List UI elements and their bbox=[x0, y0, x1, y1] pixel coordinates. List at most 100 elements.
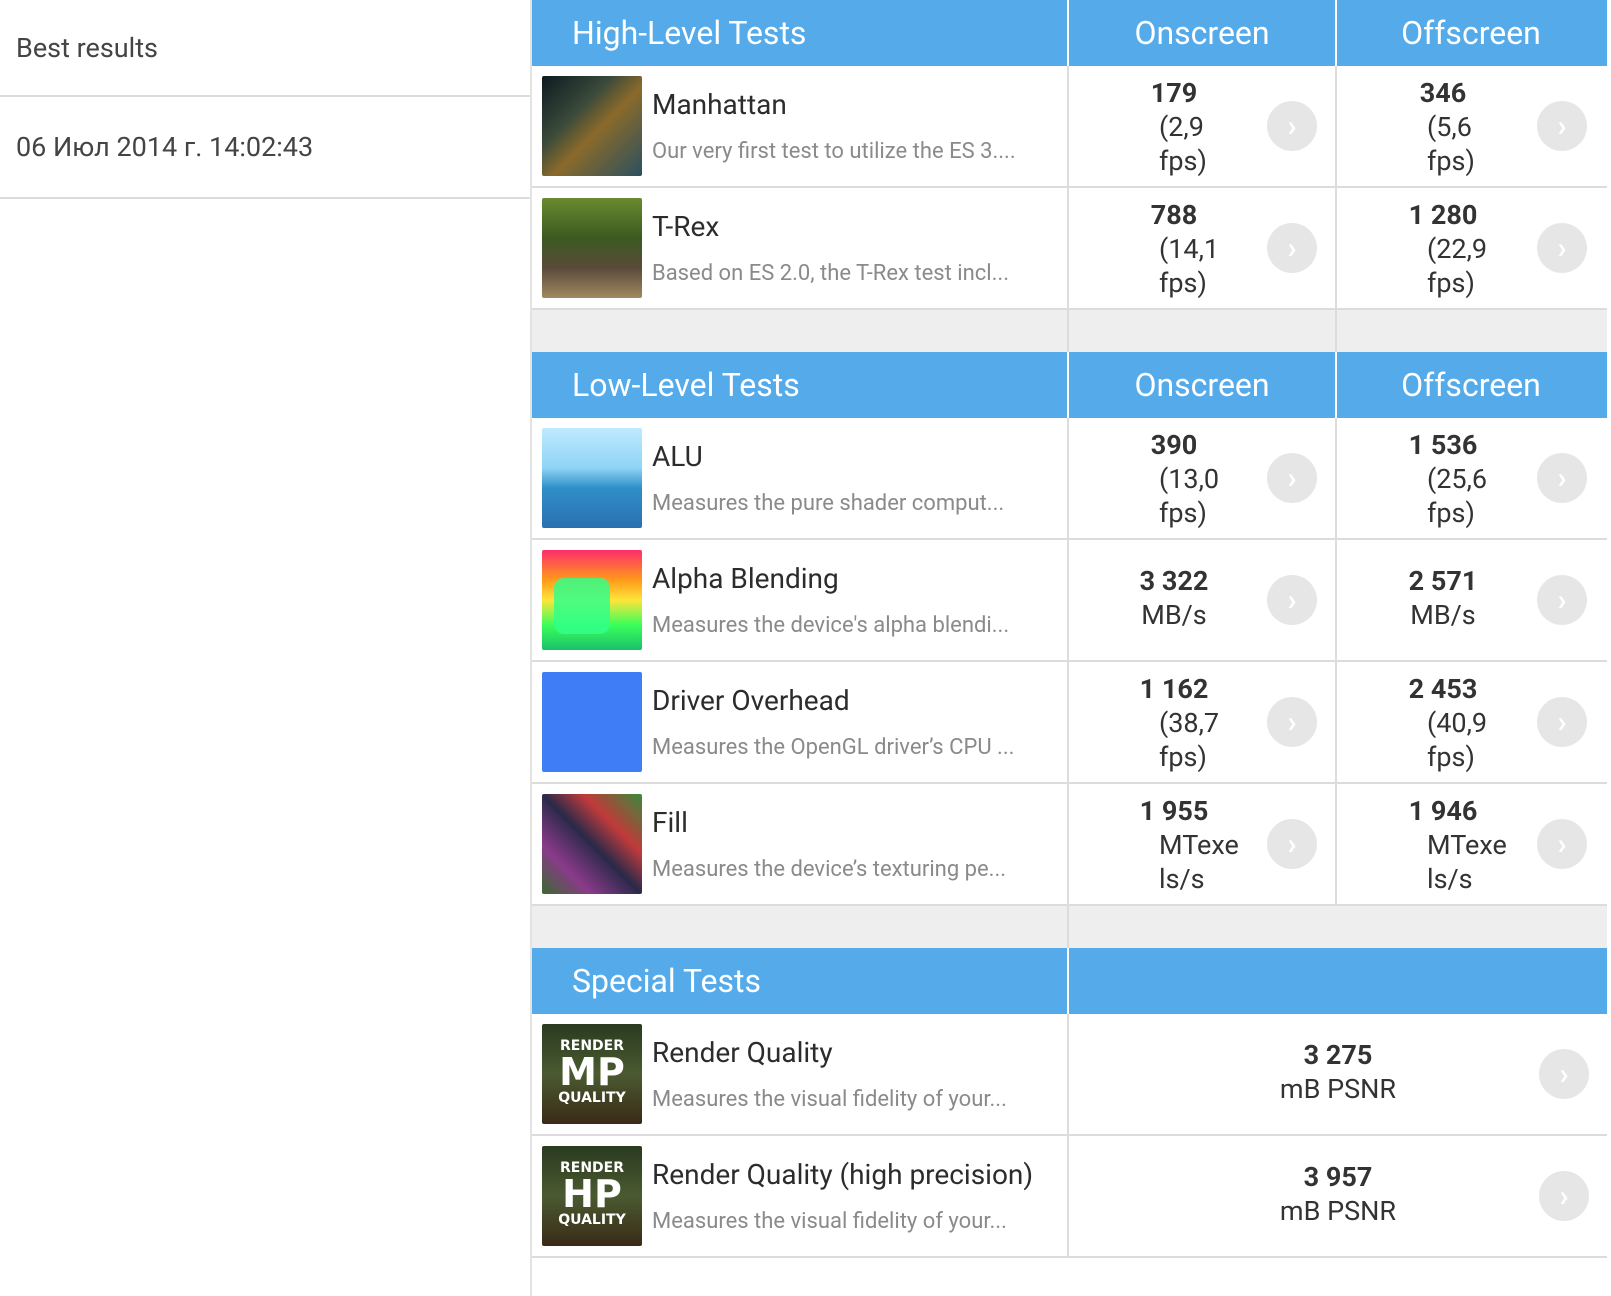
onscreen-cell[interactable]: 1 955 MTexe ls/s › bbox=[1069, 784, 1337, 904]
chevron-right-icon[interactable]: › bbox=[1267, 101, 1317, 151]
test-row-render-quality: RENDER MP QUALITY Render Quality Measure… bbox=[532, 1014, 1607, 1136]
score-unit-2: fps) bbox=[1427, 267, 1475, 299]
driver-overhead-thumbnail bbox=[542, 672, 642, 772]
offscreen-cell[interactable]: 346 (5,6 fps) › bbox=[1337, 66, 1605, 186]
result-date-item[interactable]: 06 Июл 2014 г. 14:02:43 bbox=[0, 97, 530, 199]
test-description: Measures the OpenGL driver’s CPU ... bbox=[652, 735, 1015, 760]
score: 390 bbox=[1150, 429, 1198, 461]
chevron-right-icon[interactable]: › bbox=[1267, 575, 1317, 625]
onscreen-cell[interactable]: 390 (13,0 fps) › bbox=[1069, 418, 1337, 538]
special-header: Special Tests bbox=[532, 948, 1607, 1014]
chevron-right-icon[interactable]: › bbox=[1267, 697, 1317, 747]
score: 346 bbox=[1419, 77, 1467, 109]
test-description: Measures the visual fidelity of your... bbox=[652, 1087, 1007, 1112]
test-row-manhattan: Manhattan Our very first test to utilize… bbox=[532, 66, 1607, 188]
high-onscreen-header: Onscreen bbox=[1069, 0, 1337, 66]
test-info[interactable]: ALU Measures the pure shader comput... bbox=[532, 418, 1069, 538]
best-results-item[interactable]: Best results bbox=[0, 0, 530, 97]
score-unit-1: MTexe bbox=[1159, 829, 1239, 861]
score-unit-1: (25,6 bbox=[1427, 463, 1488, 495]
onscreen-cell[interactable]: 179 (2,9 fps) › bbox=[1069, 66, 1337, 186]
score-value: 3 275 mB PSNR bbox=[1069, 1038, 1607, 1106]
score-unit-2: fps) bbox=[1427, 741, 1475, 773]
onscreen-value: 1 955 MTexe ls/s bbox=[1069, 794, 1279, 896]
chevron-right-icon[interactable]: › bbox=[1267, 453, 1317, 503]
results-table: High-Level Tests Onscreen Offscreen Manh… bbox=[532, 0, 1607, 1258]
chevron-right-icon[interactable]: › bbox=[1537, 575, 1587, 625]
score-unit-1: MTexe bbox=[1427, 829, 1507, 861]
offscreen-cell[interactable]: 2 571 MB/s › bbox=[1337, 540, 1605, 660]
test-name: ALU bbox=[652, 440, 703, 473]
left-panel: Best results 06 Июл 2014 г. 14:02:43 bbox=[0, 0, 530, 1296]
offscreen-value: 1 946 MTexe ls/s bbox=[1337, 794, 1549, 896]
score-unit-2: ls/s bbox=[1427, 863, 1473, 895]
test-description: Measures the device's alpha blendi... bbox=[652, 613, 1010, 638]
score-unit-2: fps) bbox=[1159, 497, 1207, 529]
chevron-right-icon[interactable]: › bbox=[1537, 101, 1587, 151]
offscreen-value: 346 (5,6 fps) bbox=[1337, 76, 1549, 178]
test-name: Fill bbox=[652, 806, 688, 839]
low-offscreen-header: Offscreen bbox=[1401, 366, 1541, 404]
best-results-label: Best results bbox=[16, 31, 158, 64]
chevron-right-icon[interactable]: › bbox=[1537, 697, 1587, 747]
score-unit-1: (5,6 bbox=[1427, 111, 1472, 143]
test-info[interactable]: Driver Overhead Measures the OpenGL driv… bbox=[532, 662, 1069, 782]
score-unit-1: (40,9 bbox=[1427, 707, 1488, 739]
chevron-right-icon[interactable]: › bbox=[1539, 1171, 1589, 1221]
onscreen-value: 3 322 MB/s bbox=[1069, 564, 1279, 632]
test-description: Our very first test to utilize the ES 3.… bbox=[652, 139, 1016, 164]
test-info[interactable]: Alpha Blending Measures the device's alp… bbox=[532, 540, 1069, 660]
onscreen-cell[interactable]: 1 162 (38,7 fps) › bbox=[1069, 662, 1337, 782]
offscreen-cell[interactable]: 1 280 (22,9 fps) › bbox=[1337, 188, 1605, 308]
offscreen-cell[interactable]: 1 536 (25,6 fps) › bbox=[1337, 418, 1605, 538]
test-info[interactable]: RENDER HP QUALITY Render Quality (high p… bbox=[532, 1136, 1069, 1256]
test-name: Driver Overhead bbox=[652, 684, 850, 717]
score: 1 536 bbox=[1408, 429, 1478, 461]
offscreen-cell[interactable]: 1 946 MTexe ls/s › bbox=[1337, 784, 1605, 904]
chevron-right-icon[interactable]: › bbox=[1267, 223, 1317, 273]
test-name: Alpha Blending bbox=[652, 562, 839, 595]
score-unit: mB PSNR bbox=[1279, 1195, 1397, 1227]
score-cell[interactable]: 3 957 mB PSNR › bbox=[1069, 1136, 1607, 1256]
chevron-right-icon[interactable]: › bbox=[1539, 1049, 1589, 1099]
score: 3 957 bbox=[1303, 1161, 1373, 1193]
test-description: Measures the pure shader comput... bbox=[652, 491, 1005, 516]
score: 1 280 bbox=[1408, 199, 1478, 231]
test-info[interactable]: Fill Measures the device’s texturing pe.… bbox=[532, 784, 1069, 904]
offscreen-cell[interactable]: 2 453 (40,9 fps) › bbox=[1337, 662, 1605, 782]
test-row-driver-overhead: Driver Overhead Measures the OpenGL driv… bbox=[532, 662, 1607, 784]
test-name: Manhattan bbox=[652, 88, 787, 121]
score-unit-1: (38,7 bbox=[1159, 707, 1220, 739]
chevron-right-icon[interactable]: › bbox=[1267, 819, 1317, 869]
test-row-fill: Fill Measures the device’s texturing pe.… bbox=[532, 784, 1607, 906]
test-description: Measures the visual fidelity of your... bbox=[652, 1209, 1007, 1234]
onscreen-value: 179 (2,9 fps) bbox=[1069, 76, 1279, 178]
high-level-title: High-Level Tests bbox=[532, 0, 1069, 66]
high-level-header: High-Level Tests Onscreen Offscreen bbox=[532, 0, 1607, 66]
test-info[interactable]: RENDER MP QUALITY Render Quality Measure… bbox=[532, 1014, 1069, 1134]
chevron-right-icon[interactable]: › bbox=[1537, 819, 1587, 869]
score: 3 275 bbox=[1303, 1039, 1373, 1071]
special-header-fill bbox=[1069, 948, 1607, 1014]
score-unit-2: fps) bbox=[1159, 267, 1207, 299]
score: 3 322 bbox=[1139, 565, 1209, 597]
section-spacer bbox=[532, 906, 1607, 948]
test-info[interactable]: T-Rex Based on ES 2.0, the T-Rex test in… bbox=[532, 188, 1069, 308]
chevron-right-icon[interactable]: › bbox=[1537, 453, 1587, 503]
fill-thumbnail bbox=[542, 794, 642, 894]
score: 2 571 bbox=[1408, 565, 1478, 597]
onscreen-cell[interactable]: 3 322 MB/s › bbox=[1069, 540, 1337, 660]
offscreen-value: 1 536 (25,6 fps) bbox=[1337, 428, 1549, 530]
test-info[interactable]: Manhattan Our very first test to utilize… bbox=[532, 66, 1069, 186]
result-date-label: 06 Июл 2014 г. 14:02:43 bbox=[16, 131, 314, 163]
score-value: 3 957 mB PSNR bbox=[1069, 1160, 1607, 1228]
manhattan-thumbnail bbox=[542, 76, 642, 176]
test-row-render-quality-hp: RENDER HP QUALITY Render Quality (high p… bbox=[532, 1136, 1607, 1258]
onscreen-cell[interactable]: 788 (14,1 fps) › bbox=[1069, 188, 1337, 308]
score-cell[interactable]: 3 275 mB PSNR › bbox=[1069, 1014, 1607, 1134]
chevron-right-icon[interactable]: › bbox=[1537, 223, 1587, 273]
test-row-alu: ALU Measures the pure shader comput... 3… bbox=[532, 418, 1607, 540]
test-name: Render Quality bbox=[652, 1036, 833, 1069]
section-spacer bbox=[532, 310, 1607, 352]
score-unit-1: (22,9 bbox=[1427, 233, 1488, 265]
